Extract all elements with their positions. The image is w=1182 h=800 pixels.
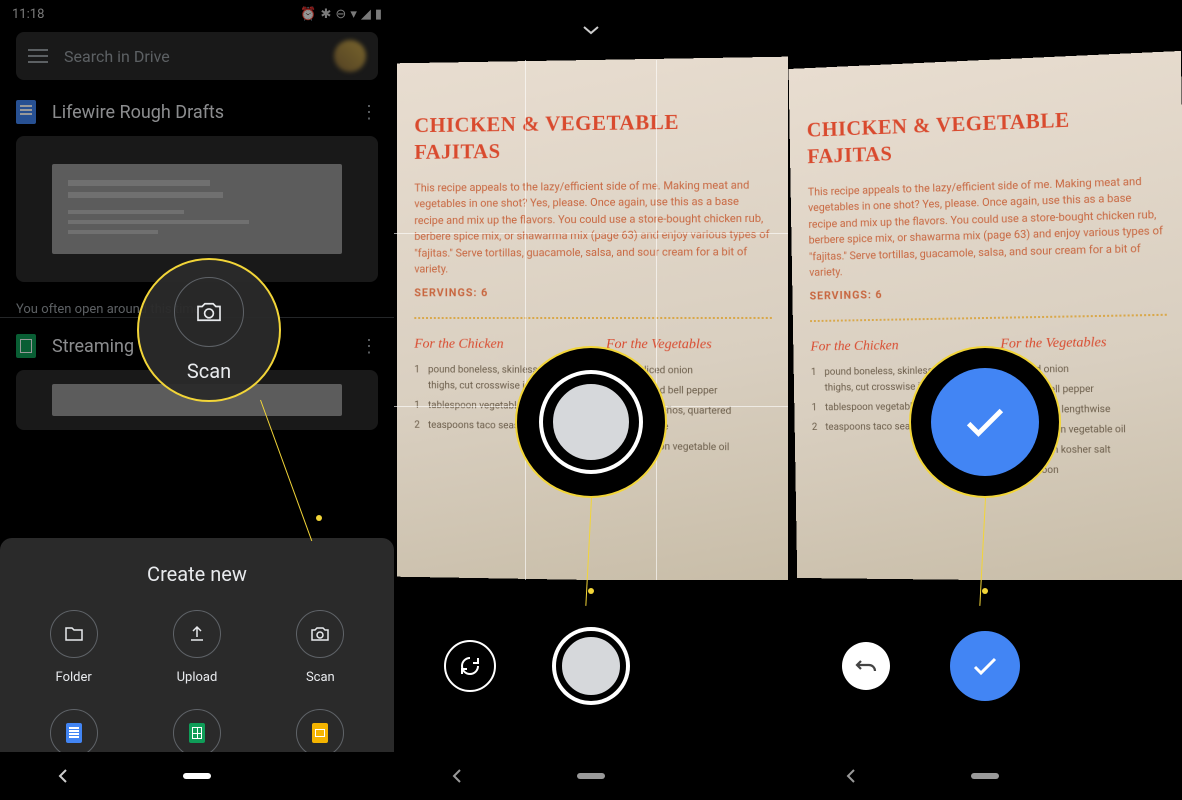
nav-bar [394,752,788,800]
camera-viewfinder: CHICKEN & VEGETABLE FAJITAS This recipe … [397,57,788,584]
more-icon[interactable]: ⋮ [360,102,378,123]
camera-controls [394,580,788,752]
search-bar[interactable]: Search in Drive [16,32,378,80]
shutter-button[interactable] [556,631,626,701]
undo-button[interactable] [842,642,890,690]
scan-button[interactable]: Scan [263,610,378,685]
sheets-icon [16,334,36,358]
battery-icon: ▮ [375,7,382,22]
flip-camera-button[interactable] [444,640,496,692]
document-card[interactable] [16,136,378,282]
upload-button[interactable]: Upload [139,610,254,685]
bluetooth-icon: ✱ [321,7,332,22]
scan-controls [788,580,1182,752]
status-time: 11:18 [12,7,44,22]
hamburger-icon[interactable] [28,49,48,63]
camera-top-bar [394,0,788,60]
dnd-icon: ⊖ [335,7,346,22]
sheet-title: Create new [16,562,378,586]
signal-icon: ◢ [361,7,371,22]
docs-icon [16,100,36,124]
home-button[interactable] [971,773,999,779]
home-button[interactable] [577,773,605,779]
confirm-button[interactable] [950,631,1020,701]
section-title: Streaming [52,336,344,357]
back-button[interactable] [846,768,856,784]
section-title: Lifewire Rough Drafts [52,102,344,123]
section-header-drafts[interactable]: Lifewire Rough Drafts ⋮ [16,84,378,136]
back-button[interactable] [58,768,68,784]
status-icons: ⏰ ✱ ⊖ ▾ ◢ ▮ [300,7,382,22]
home-button[interactable] [183,773,211,779]
status-bar: 11:18 ⏰ ✱ ⊖ ▾ ◢ ▮ [0,0,394,28]
alarm-icon: ⏰ [300,7,316,22]
avatar[interactable] [334,40,366,72]
suggestion-text: You often open around this time [16,302,378,317]
section-header-streaming[interactable]: Streaming ⋮ [16,318,378,370]
nav-bar [0,752,394,800]
search-placeholder: Search in Drive [64,47,318,66]
document-card[interactable] [16,370,378,430]
chevron-down-icon[interactable] [582,25,600,35]
scan-top-bar [788,0,1182,60]
nav-bar [788,752,1182,800]
create-folder-button[interactable]: Folder [16,610,131,685]
more-icon[interactable]: ⋮ [360,336,378,357]
wifi-icon: ▾ [350,7,357,22]
back-button[interactable] [452,768,462,784]
